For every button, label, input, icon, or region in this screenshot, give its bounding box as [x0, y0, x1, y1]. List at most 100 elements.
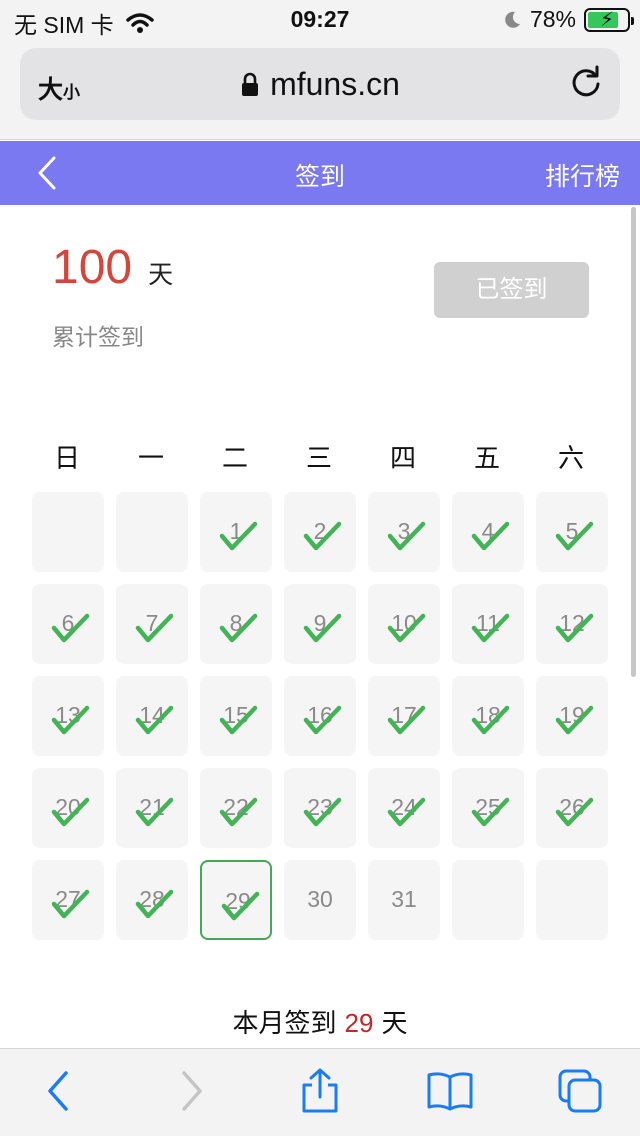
url-display[interactable]: mfuns.cn: [20, 66, 620, 103]
checkmark-icon: [471, 797, 510, 827]
calendar-day[interactable]: 27: [32, 860, 104, 940]
calendar-day[interactable]: 1: [200, 492, 272, 572]
checkmark-icon: [135, 889, 174, 919]
tabs-icon[interactable]: [556, 1067, 604, 1115]
battery-charging-icon: ⚡: [584, 7, 634, 32]
calendar-blank-cell: [452, 860, 524, 940]
signed-in-button[interactable]: 已签到: [434, 262, 589, 318]
calendar-day[interactable]: 8: [200, 584, 272, 664]
month-summary-prefix: 本月签到: [232, 1008, 337, 1038]
checkmark-icon: [471, 705, 510, 735]
weekday-label: 三: [305, 443, 332, 473]
browser-toolbar: [0, 1048, 640, 1136]
checkmark-icon: [51, 797, 90, 827]
checkmark-icon: [51, 889, 90, 919]
checkmark-icon: [555, 613, 594, 643]
calendar-blank-cell: [116, 492, 188, 572]
calendar-grid: 1 2 3 4 5 6 7 8 9 10 11 12 13 14 15 16 17 18 19 20 21 22 23 24 2…: [32, 492, 608, 940]
moon-icon: [505, 11, 520, 28]
calendar-day[interactable]: 20: [32, 768, 104, 848]
status-bar: 无 SIM 卡 09:27 78% ⚡: [0, 0, 640, 40]
checkmark-icon: [471, 521, 510, 551]
charging-bolt-icon: ⚡: [599, 8, 615, 31]
calendar-day[interactable]: 28: [116, 860, 188, 940]
day-number: 31: [391, 886, 417, 912]
calendar-day[interactable]: 10: [368, 584, 440, 664]
weekday-label: 日: [53, 443, 80, 473]
calendar-day[interactable]: 4: [452, 492, 524, 572]
calendar-blank-cell: [32, 492, 104, 572]
total-days: 100 天: [52, 240, 173, 295]
calendar-day[interactable]: 6: [32, 584, 104, 664]
calendar-day[interactable]: 11: [452, 584, 524, 664]
checkmark-icon: [219, 705, 258, 735]
checkmark-icon: [387, 797, 426, 827]
calendar-day[interactable]: 12: [536, 584, 608, 664]
total-days-unit: 天: [148, 261, 174, 289]
url-text: mfuns.cn: [270, 66, 400, 102]
forward-arrow-icon[interactable]: [166, 1067, 214, 1115]
calendar-day[interactable]: 7: [116, 584, 188, 664]
checkmark-icon: [303, 705, 342, 735]
calendar-day[interactable]: 19: [536, 676, 608, 756]
share-icon[interactable]: [296, 1067, 344, 1115]
calendar-day[interactable]: 30: [284, 860, 356, 940]
checkmark-icon: [219, 521, 258, 551]
checkmark-icon: [387, 521, 426, 551]
month-summary-suffix: 天: [381, 1008, 408, 1038]
reload-icon[interactable]: [568, 64, 604, 100]
battery-cap: [631, 16, 634, 25]
calendar-day[interactable]: 22: [200, 768, 272, 848]
month-summary: 本月签到 29 天: [0, 1003, 640, 1040]
bookmarks-icon[interactable]: [426, 1067, 474, 1115]
calendar-day[interactable]: 2: [284, 492, 356, 572]
calendar-day[interactable]: 29: [200, 860, 272, 940]
scrollbar[interactable]: [631, 207, 636, 677]
calendar-day[interactable]: 13: [32, 676, 104, 756]
calendar-day[interactable]: 24: [368, 768, 440, 848]
calendar-day[interactable]: 5: [536, 492, 608, 572]
checkmark-icon: [555, 797, 594, 827]
back-arrow-icon[interactable]: [36, 1067, 84, 1115]
total-days-label: 累计签到: [52, 324, 144, 350]
calendar-day[interactable]: 14: [116, 676, 188, 756]
checkmark-icon: [387, 705, 426, 735]
day-number: 30: [307, 886, 333, 912]
battery-percent: 78%: [529, 6, 576, 32]
checkmark-icon: [303, 797, 342, 827]
weekday-label: 六: [557, 443, 584, 473]
calendar-day[interactable]: 31: [368, 860, 440, 940]
app-header: 签到 排行榜: [0, 141, 640, 205]
weekday-label: 四: [389, 443, 416, 473]
checkmark-icon: [135, 613, 174, 643]
calendar-day[interactable]: 18: [452, 676, 524, 756]
checkmark-icon: [303, 613, 342, 643]
checkmark-icon: [219, 613, 258, 643]
month-summary-count: 29: [344, 1008, 374, 1038]
checkmark-icon: [221, 891, 260, 921]
checkmark-icon: [471, 613, 510, 643]
leaderboard-link[interactable]: 排行榜: [545, 157, 620, 193]
calendar-day[interactable]: 15: [200, 676, 272, 756]
weekday-header: 日一二三四五六: [25, 438, 613, 475]
weekday-label: 一: [137, 443, 164, 473]
checkmark-icon: [135, 797, 174, 827]
calendar-day[interactable]: 25: [452, 768, 524, 848]
calendar-day[interactable]: 21: [116, 768, 188, 848]
weekday-label: 二: [221, 443, 248, 473]
calendar-day[interactable]: 17: [368, 676, 440, 756]
address-bar[interactable]: 大小 mfuns.cn: [20, 48, 620, 120]
lock-icon: [242, 72, 259, 96]
calendar-blank-cell: [536, 860, 608, 940]
checkmark-icon: [135, 705, 174, 735]
calendar-day[interactable]: 3: [368, 492, 440, 572]
calendar-day[interactable]: 26: [536, 768, 608, 848]
calendar-day[interactable]: 9: [284, 584, 356, 664]
checkmark-icon: [51, 705, 90, 735]
calendar-day[interactable]: 16: [284, 676, 356, 756]
status-right: 78% ⚡: [502, 6, 634, 33]
calendar-day[interactable]: 23: [284, 768, 356, 848]
checkmark-icon: [555, 705, 594, 735]
weekday-label: 五: [473, 443, 500, 473]
browser-top-bar: 大小 mfuns.cn: [0, 40, 640, 140]
